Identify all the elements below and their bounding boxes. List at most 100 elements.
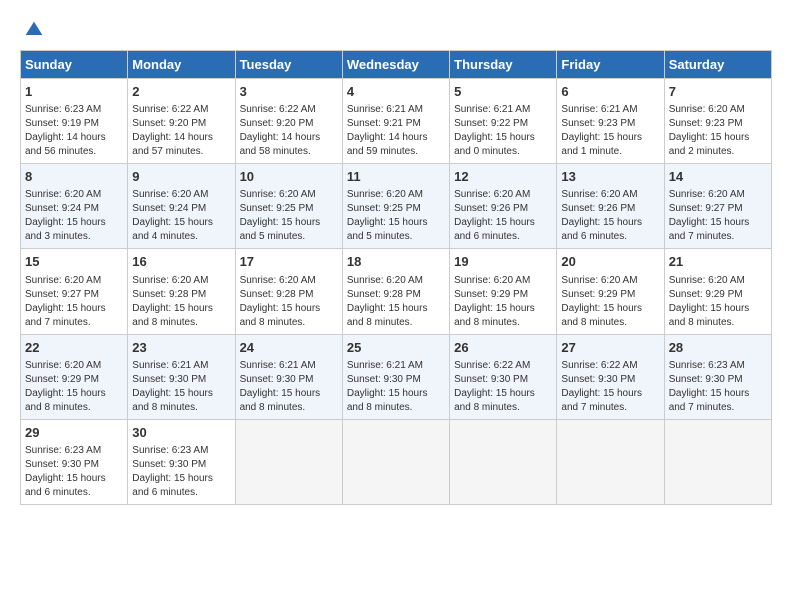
calendar-cell: 18Sunrise: 6:20 AM Sunset: 9:28 PM Dayli… bbox=[342, 249, 449, 334]
day-info: Sunrise: 6:23 AM Sunset: 9:30 PM Dayligh… bbox=[132, 444, 230, 500]
day-header-sunday: Sunday bbox=[21, 51, 128, 79]
day-number: 16 bbox=[132, 253, 230, 271]
day-info: Sunrise: 6:20 AM Sunset: 9:27 PM Dayligh… bbox=[669, 188, 767, 244]
calendar-cell: 20 Sunrise: 6:20 AM Sunset: 9:29 PM Dayli… bbox=[557, 249, 664, 334]
day-number: 11 bbox=[347, 168, 445, 186]
calendar-cell: 15Sunrise: 6:20 AM Sunset: 9:27 PM Dayli… bbox=[21, 249, 128, 334]
day-info: Sunrise: 6:21 AM Sunset: 9:30 PM Dayligh… bbox=[132, 359, 230, 415]
day-number: 9 bbox=[132, 168, 230, 186]
day-info: Sunrise: 6:20 AM Sunset: 9:25 PM Dayligh… bbox=[347, 188, 445, 244]
calendar-cell: 4 Sunrise: 6:21 AM Sunset: 9:21 PM Daylig… bbox=[342, 79, 449, 164]
day-info: Sunrise: 6:20 AM Sunset: 9:25 PM Dayligh… bbox=[240, 188, 338, 244]
calendar-cell: 5Sunrise: 6:21 AM Sunset: 9:22 PM Daylig… bbox=[450, 79, 557, 164]
day-number: 29 bbox=[25, 424, 123, 442]
day-info: Sunrise: 6:20 AM Sunset: 9:24 PM Dayligh… bbox=[25, 188, 123, 244]
day-header-tuesday: Tuesday bbox=[235, 51, 342, 79]
calendar-week-5: 29 Sunrise: 6:23 AM Sunset: 9:30 PM Dayli… bbox=[21, 419, 772, 504]
calendar-cell: 19 Sunrise: 6:20 AM Sunset: 9:29 PM Dayli… bbox=[450, 249, 557, 334]
calendar-cell: 1 Sunrise: 6:23 AM Sunset: 9:19 PM Daylig… bbox=[21, 79, 128, 164]
day-number: 7 bbox=[669, 83, 767, 101]
day-number: 12 bbox=[454, 168, 552, 186]
logo-icon bbox=[24, 20, 44, 40]
calendar-cell: 23 Sunrise: 6:21 AM Sunset: 9:30 PM Dayli… bbox=[128, 334, 235, 419]
calendar-cell bbox=[235, 419, 342, 504]
day-info: Sunrise: 6:21 AM Sunset: 9:23 PM Dayligh… bbox=[561, 103, 659, 159]
calendar-cell: 21 Sunrise: 6:20 AM Sunset: 9:29 PM Dayli… bbox=[664, 249, 771, 334]
calendar-cell: 2 Sunrise: 6:22 AM Sunset: 9:20 PM Daylig… bbox=[128, 79, 235, 164]
day-info: Sunrise: 6:20 AM Sunset: 9:23 PM Dayligh… bbox=[669, 103, 767, 159]
calendar-cell: 10 Sunrise: 6:20 AM Sunset: 9:25 PM Dayli… bbox=[235, 164, 342, 249]
day-number: 30 bbox=[132, 424, 230, 442]
day-number: 10 bbox=[240, 168, 338, 186]
day-info: Sunrise: 6:20 AM Sunset: 9:29 PM Dayligh… bbox=[669, 274, 767, 330]
calendar-cell: 24Sunrise: 6:21 AM Sunset: 9:30 PM Dayli… bbox=[235, 334, 342, 419]
day-info: Sunrise: 6:22 AM Sunset: 9:30 PM Dayligh… bbox=[454, 359, 552, 415]
calendar-cell: 8 Sunrise: 6:20 AM Sunset: 9:24 PM Daylig… bbox=[21, 164, 128, 249]
day-info: Sunrise: 6:20 AM Sunset: 9:29 PM Dayligh… bbox=[561, 274, 659, 330]
calendar-cell: 22 Sunrise: 6:20 AM Sunset: 9:29 PM Dayli… bbox=[21, 334, 128, 419]
calendar-cell: 9 Sunrise: 6:20 AM Sunset: 9:24 PM Daylig… bbox=[128, 164, 235, 249]
calendar-cell: 6 Sunrise: 6:21 AM Sunset: 9:23 PM Daylig… bbox=[557, 79, 664, 164]
calendar-week-1: 1 Sunrise: 6:23 AM Sunset: 9:19 PM Daylig… bbox=[21, 79, 772, 164]
calendar-cell: 26 Sunrise: 6:22 AM Sunset: 9:30 PM Dayli… bbox=[450, 334, 557, 419]
day-info: Sunrise: 6:22 AM Sunset: 9:20 PM Dayligh… bbox=[132, 103, 230, 159]
day-info: Sunrise: 6:23 AM Sunset: 9:19 PM Dayligh… bbox=[25, 103, 123, 159]
day-number: 3 bbox=[240, 83, 338, 101]
day-header-wednesday: Wednesday bbox=[342, 51, 449, 79]
day-number: 4 bbox=[347, 83, 445, 101]
calendar-cell: 16 Sunrise: 6:20 AM Sunset: 9:28 PM Dayli… bbox=[128, 249, 235, 334]
day-info: Sunrise: 6:20 AM Sunset: 9:28 PM Dayligh… bbox=[132, 274, 230, 330]
page-header bbox=[20, 20, 772, 40]
day-info: Sunrise: 6:21 AM Sunset: 9:30 PM Dayligh… bbox=[347, 359, 445, 415]
day-number: 8 bbox=[25, 168, 123, 186]
day-header-saturday: Saturday bbox=[664, 51, 771, 79]
day-number: 13 bbox=[561, 168, 659, 186]
calendar-cell bbox=[342, 419, 449, 504]
calendar-cell: 11 Sunrise: 6:20 AM Sunset: 9:25 PM Dayli… bbox=[342, 164, 449, 249]
day-number: 17 bbox=[240, 253, 338, 271]
day-number: 28 bbox=[669, 339, 767, 357]
day-number: 6 bbox=[561, 83, 659, 101]
day-info: Sunrise: 6:22 AM Sunset: 9:20 PM Dayligh… bbox=[240, 103, 338, 159]
calendar-cell: 7 Sunrise: 6:20 AM Sunset: 9:23 PM Daylig… bbox=[664, 79, 771, 164]
day-info: Sunrise: 6:20 AM Sunset: 9:27 PM Dayligh… bbox=[25, 274, 123, 330]
day-info: Sunrise: 6:20 AM Sunset: 9:24 PM Dayligh… bbox=[132, 188, 230, 244]
day-info: Sunrise: 6:23 AM Sunset: 9:30 PM Dayligh… bbox=[669, 359, 767, 415]
day-header-friday: Friday bbox=[557, 51, 664, 79]
calendar-week-2: 8 Sunrise: 6:20 AM Sunset: 9:24 PM Daylig… bbox=[21, 164, 772, 249]
day-number: 1 bbox=[25, 83, 123, 101]
calendar-cell: 12 Sunrise: 6:20 AM Sunset: 9:26 PM Dayli… bbox=[450, 164, 557, 249]
day-number: 23 bbox=[132, 339, 230, 357]
day-number: 25 bbox=[347, 339, 445, 357]
day-number: 19 bbox=[454, 253, 552, 271]
day-number: 26 bbox=[454, 339, 552, 357]
calendar-cell: 17 Sunrise: 6:20 AM Sunset: 9:28 PM Dayli… bbox=[235, 249, 342, 334]
day-number: 21 bbox=[669, 253, 767, 271]
day-info: Sunrise: 6:20 AM Sunset: 9:28 PM Dayligh… bbox=[347, 274, 445, 330]
day-info: Sunrise: 6:20 AM Sunset: 9:26 PM Dayligh… bbox=[561, 188, 659, 244]
day-number: 27 bbox=[561, 339, 659, 357]
day-info: Sunrise: 6:21 AM Sunset: 9:21 PM Dayligh… bbox=[347, 103, 445, 159]
day-number: 2 bbox=[132, 83, 230, 101]
calendar-cell: 14 Sunrise: 6:20 AM Sunset: 9:27 PM Dayli… bbox=[664, 164, 771, 249]
calendar-cell: 27Sunrise: 6:22 AM Sunset: 9:30 PM Dayli… bbox=[557, 334, 664, 419]
calendar-header-row: SundayMondayTuesdayWednesdayThursdayFrid… bbox=[21, 51, 772, 79]
calendar-cell: 29 Sunrise: 6:23 AM Sunset: 9:30 PM Dayli… bbox=[21, 419, 128, 504]
day-info: Sunrise: 6:21 AM Sunset: 9:30 PM Dayligh… bbox=[240, 359, 338, 415]
calendar-cell: 30 Sunrise: 6:23 AM Sunset: 9:30 PM Dayli… bbox=[128, 419, 235, 504]
logo bbox=[20, 20, 44, 40]
day-number: 5 bbox=[454, 83, 552, 101]
day-info: Sunrise: 6:20 AM Sunset: 9:29 PM Dayligh… bbox=[454, 274, 552, 330]
day-info: Sunrise: 6:20 AM Sunset: 9:28 PM Dayligh… bbox=[240, 274, 338, 330]
calendar-cell bbox=[664, 419, 771, 504]
calendar-cell: 13 Sunrise: 6:20 AM Sunset: 9:26 PM Dayli… bbox=[557, 164, 664, 249]
day-number: 22 bbox=[25, 339, 123, 357]
day-info: Sunrise: 6:20 AM Sunset: 9:29 PM Dayligh… bbox=[25, 359, 123, 415]
day-info: Sunrise: 6:23 AM Sunset: 9:30 PM Dayligh… bbox=[25, 444, 123, 500]
calendar-body: 1 Sunrise: 6:23 AM Sunset: 9:19 PM Daylig… bbox=[21, 79, 772, 505]
day-info: Sunrise: 6:20 AM Sunset: 9:26 PM Dayligh… bbox=[454, 188, 552, 244]
calendar-week-3: 15Sunrise: 6:20 AM Sunset: 9:27 PM Dayli… bbox=[21, 249, 772, 334]
calendar-cell: 28 Sunrise: 6:23 AM Sunset: 9:30 PM Dayli… bbox=[664, 334, 771, 419]
day-number: 14 bbox=[669, 168, 767, 186]
day-number: 20 bbox=[561, 253, 659, 271]
